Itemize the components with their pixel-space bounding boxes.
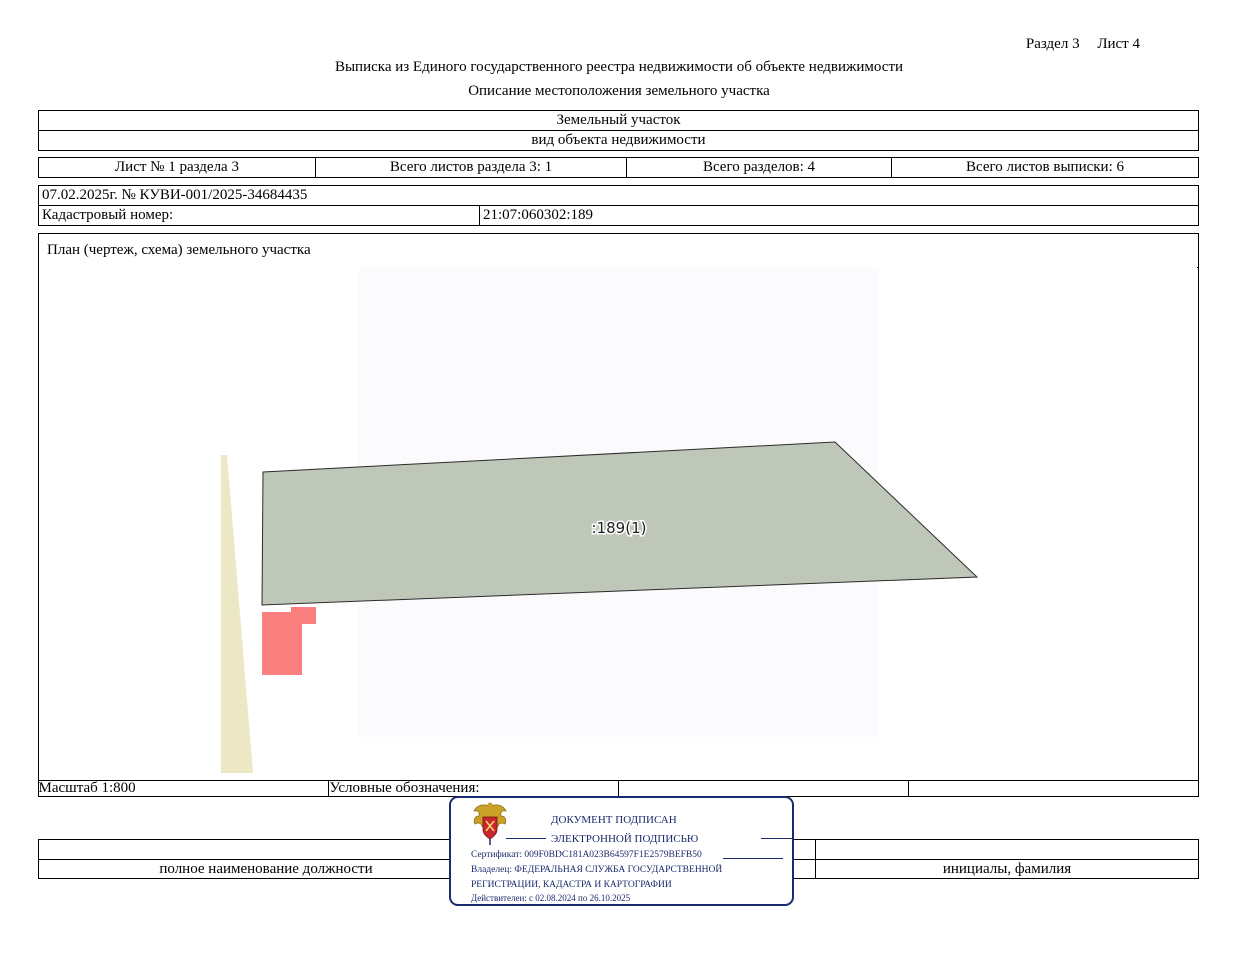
stamp-rule-right: [761, 838, 793, 839]
total-sheets-extract: Всего листов выписки: 6: [891, 158, 1198, 177]
cadastral-row: Кадастровый номер: 21:07:060302:189: [38, 205, 1199, 226]
section-number: Раздел 3: [1025, 36, 1080, 52]
legend-row: Масштаб 1:800 Условные обозначения:: [37, 780, 1199, 797]
legend-cell-2: [907, 781, 1199, 797]
name-caption: инициалы, фамилия: [815, 860, 1198, 878]
stamp-certificate: Сертификат: 009F0BDC181A023B64597F1E2579…: [471, 850, 702, 860]
record-row: 07.02.2025г. № КУВИ-001/2025-34684435: [38, 185, 1199, 206]
object-type-caption-row: вид объекта недвижимости: [38, 130, 1199, 151]
stamp-owner-1: Владелец: ФЕДЕРАЛЬНАЯ СЛУЖБА ГОСУДАРСТВЕ…: [471, 865, 723, 875]
stamp-rule-cert: [723, 858, 783, 859]
plan-title: План (чертеж, схема) земельного участка: [39, 234, 1198, 268]
legend-label: Условные обозначения:: [327, 781, 618, 797]
parcel-map: :189(1): [39, 267, 1197, 780]
position-caption: полное наименование должности: [159, 860, 373, 877]
object-type: Земельный участок: [556, 112, 681, 128]
total-sections: Всего разделов: 4: [626, 158, 891, 177]
total-sheets-section: Всего листов раздела 3: 1: [315, 158, 626, 177]
electronic-signature-stamp: ДОКУМЕНТ ПОДПИСАН ЭЛЕКТРОННОЙ ПОДПИСЬЮ С…: [449, 796, 794, 906]
document-title: Выписка из Единого государственного реес…: [334, 59, 904, 75]
object-type-row: Земельный участок: [38, 110, 1199, 131]
scale-label: Масштаб 1:800: [38, 780, 136, 796]
stamp-line-2: ЭЛЕКТРОННОЙ ПОДПИСЬЮ: [551, 833, 699, 845]
signature-name-blank: [815, 840, 1198, 859]
document-subtitle: Описание местоположения земельного участ…: [468, 83, 770, 99]
sheet-number: Лист 4: [1097, 36, 1140, 52]
stamp-owner-2: РЕГИСТРАЦИИ, КАДАСТРА И КАРТОГРАФИИ: [471, 880, 672, 890]
russian-coat-of-arms-icon: [473, 802, 507, 845]
sheet-no: Лист № 1 раздела 3: [115, 159, 239, 175]
sheet-info-row: Лист № 1 раздела 3 Всего листов раздела …: [38, 157, 1199, 178]
record-date-number: 07.02.2025г. № КУВИ-001/2025-34684435: [42, 187, 308, 203]
stamp-valid: Действителен: с 02.08.2024 по 26.10.2025: [471, 893, 631, 903]
stamp-line-1: ДОКУМЕНТ ПОДПИСАН: [551, 814, 677, 826]
cadastral-value: 21:07:060302:189: [479, 206, 1198, 225]
stamp-rule-left: [506, 838, 546, 839]
plan-frame: План (чертеж, схема) земельного участка …: [37, 233, 1199, 797]
page-locator: Раздел 3 Лист 4: [1000, 36, 1140, 53]
cadastral-label: Кадастровый номер:: [42, 207, 174, 223]
parcel-label: :189(1): [592, 519, 647, 537]
legend-cell-1: [617, 781, 908, 797]
object-type-caption: вид объекта недвижимости: [531, 132, 706, 148]
